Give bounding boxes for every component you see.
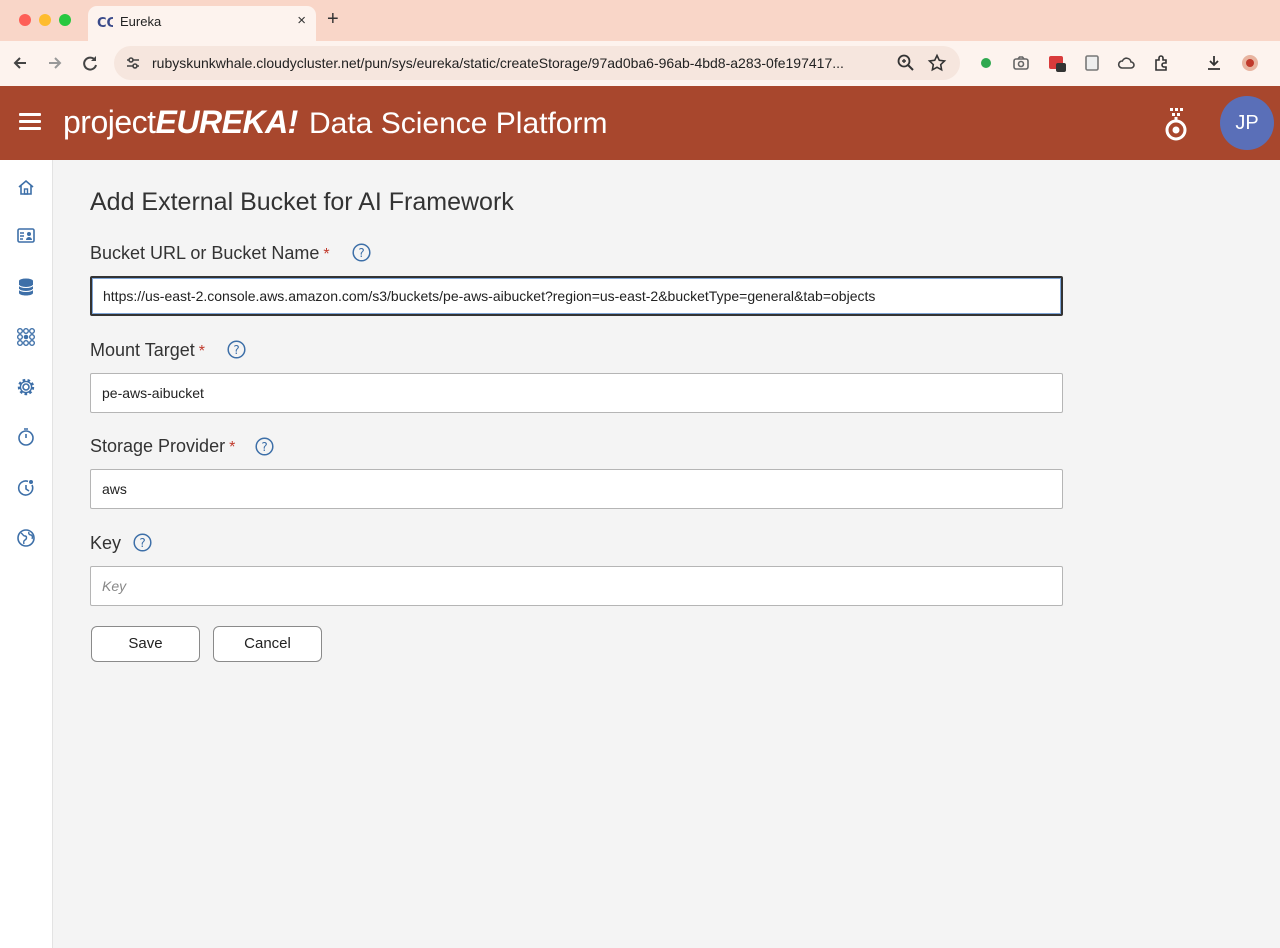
cloud-icon[interactable]	[1116, 53, 1136, 73]
tab-close-icon[interactable]: ×	[297, 12, 306, 29]
key-label-text: Key	[90, 533, 122, 553]
history-icon[interactable]	[15, 477, 37, 499]
new-tab-button[interactable]: +	[327, 8, 339, 30]
required-marker: *	[198, 343, 205, 360]
key-label: Key	[90, 533, 121, 554]
window-close-button[interactable]	[19, 14, 31, 26]
arrow-right-icon	[49, 57, 62, 69]
eureka-flask-icon[interactable]	[1162, 106, 1190, 142]
main-content: Add External Bucket for AI Framework Buc…	[53, 160, 1280, 948]
key-input[interactable]: Key	[90, 566, 1063, 606]
brand-project-text: project	[63, 104, 156, 140]
eureka-favicon-icon: CC	[97, 16, 113, 30]
browser-tab-eureka[interactable]: CC Eureka ×	[88, 6, 316, 41]
mount-target-input[interactable]: pe-aws-aibucket	[90, 373, 1063, 413]
app-subtitle: Data Science Platform	[309, 107, 608, 140]
page-title: Add External Bucket for AI Framework	[90, 188, 514, 216]
storage-provider-label: Storage Provider *	[90, 436, 235, 457]
required-marker: *	[229, 439, 236, 456]
address-bar[interactable]: rubyskunkwhale.cloudycluster.net/pun/sys…	[114, 46, 960, 80]
svg-text:?: ?	[233, 343, 239, 357]
database-icon[interactable]	[15, 276, 37, 298]
tab-title: Eureka	[120, 14, 162, 29]
side-nav	[0, 160, 53, 948]
svg-text:?: ?	[139, 536, 145, 550]
help-circle-icon[interactable]: ?	[227, 340, 246, 359]
storage-provider-input[interactable]: aws	[90, 469, 1063, 509]
storage-provider-label-text: Storage Provider	[90, 436, 226, 456]
site-settings-icon[interactable]	[124, 54, 142, 72]
menu-hamburger-icon[interactable]	[19, 113, 41, 131]
url-text: rubyskunkwhale.cloudycluster.net/pun/sys…	[152, 55, 844, 71]
mount-target-label-text: Mount Target	[90, 340, 195, 360]
help-circle-icon[interactable]: ?	[255, 437, 274, 456]
bucket-url-label-text: Bucket URL or Bucket Name	[90, 243, 320, 263]
globe-icon[interactable]	[15, 527, 37, 549]
browser-toolbar: rubyskunkwhale.cloudycluster.net/pun/sys…	[0, 41, 1280, 86]
bucket-url-label: Bucket URL or Bucket Name *	[90, 243, 330, 264]
mount-target-label: Mount Target *	[90, 340, 205, 361]
save-button[interactable]: Save	[91, 626, 200, 662]
brand-eureka-text: EUREKA!	[155, 104, 299, 140]
help-circle-icon[interactable]: ?	[133, 533, 152, 552]
help-circle-icon[interactable]: ?	[352, 243, 371, 262]
reload-icon	[83, 56, 97, 71]
svg-text:?: ?	[261, 440, 267, 454]
required-marker: *	[323, 246, 330, 263]
app-header: projectEUREKA! Data Science Platform JP	[0, 86, 1280, 160]
cluster-icon[interactable]	[15, 326, 37, 348]
gear-icon[interactable]	[15, 376, 37, 398]
download-icon[interactable]	[1204, 53, 1224, 73]
camera-icon[interactable]	[1011, 53, 1031, 73]
timer-icon[interactable]	[15, 426, 37, 448]
profile-extension-icon[interactable]	[1240, 53, 1260, 73]
window-minimize-button[interactable]	[39, 14, 51, 26]
calendar-extension-icon[interactable]	[1047, 53, 1067, 73]
user-card-icon[interactable]	[15, 225, 37, 247]
bucket-url-input[interactable]: https://us-east-2.console.aws.amazon.com…	[90, 276, 1063, 316]
reload-button[interactable]	[79, 52, 101, 74]
cancel-button[interactable]: Cancel	[213, 626, 322, 662]
brand-logo[interactable]: projectEUREKA!	[63, 104, 298, 141]
zoom-icon[interactable]	[896, 53, 916, 73]
extension-green-icon[interactable]	[976, 53, 996, 73]
arrow-left-icon	[13, 57, 26, 69]
window-zoom-button[interactable]	[59, 14, 71, 26]
svg-text:CC: CC	[97, 16, 113, 30]
bookmark-star-icon[interactable]	[927, 53, 947, 73]
svg-text:?: ?	[358, 246, 364, 260]
user-avatar[interactable]: JP	[1220, 96, 1274, 150]
back-button[interactable]	[9, 52, 31, 74]
home-icon[interactable]	[15, 176, 37, 198]
browser-tab-bar: CC Eureka × +	[0, 0, 1280, 41]
forward-button[interactable]	[44, 52, 66, 74]
document-icon[interactable]	[1082, 53, 1102, 73]
extensions-puzzle-icon[interactable]	[1152, 53, 1172, 73]
